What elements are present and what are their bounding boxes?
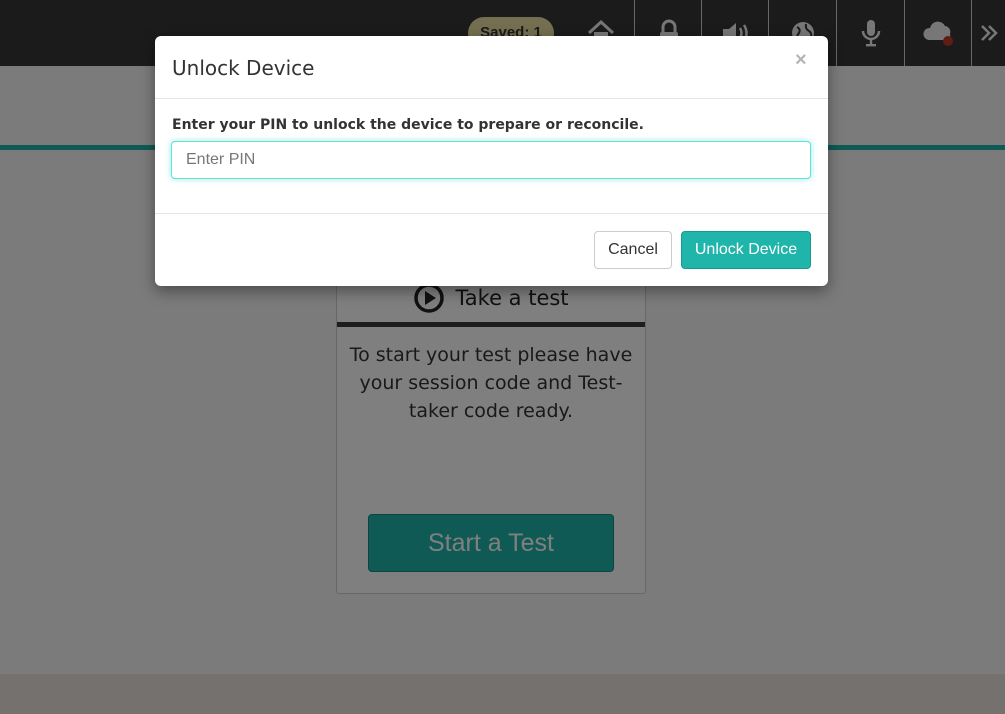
pin-label: Enter your PIN to unlock the device to p… — [172, 117, 644, 133]
unlock-device-button[interactable]: Unlock Device — [681, 231, 811, 269]
pin-input[interactable] — [171, 141, 811, 179]
unlock-device-modal: Unlock Device × Enter your PIN to unlock… — [155, 36, 828, 286]
close-icon[interactable]: × — [795, 49, 807, 71]
modal-title: Unlock Device — [172, 56, 315, 80]
modal-footer-divider — [155, 213, 828, 214]
cancel-button[interactable]: Cancel — [594, 231, 672, 269]
modal-header: Unlock Device × — [155, 36, 828, 99]
